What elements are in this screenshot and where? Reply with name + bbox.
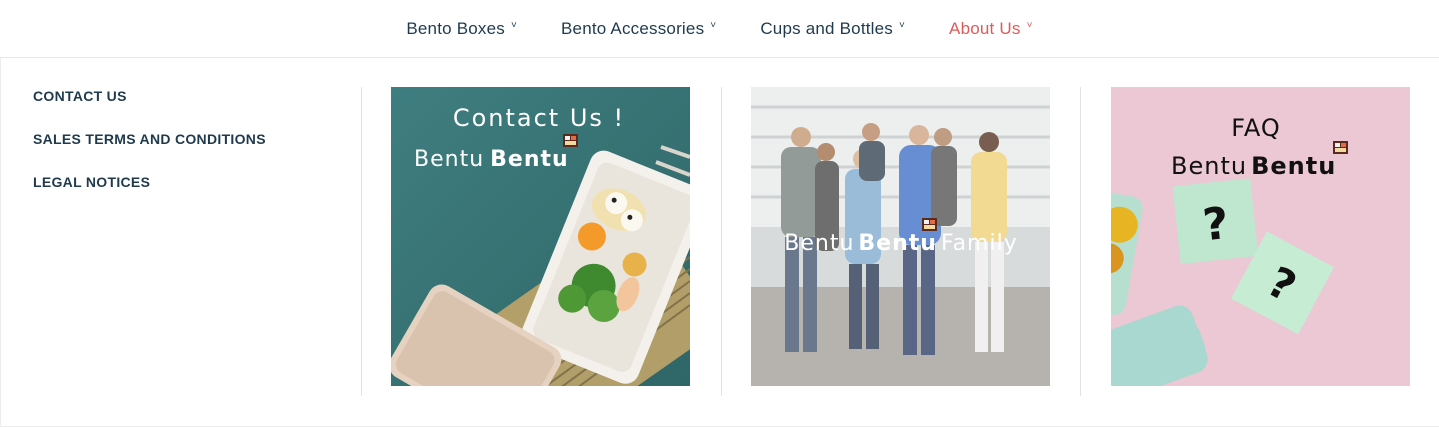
bento-logo-icon	[922, 218, 937, 231]
card-title: FAQ	[1231, 114, 1281, 142]
main-navigation: Bento Boxes ˅ Bento Accessories ˅ Cups a…	[0, 0, 1439, 58]
chevron-down-icon: ˅	[710, 20, 717, 31]
nav-label: Bento Accessories	[561, 18, 705, 38]
brand-name: Bentu Bentu	[414, 147, 569, 172]
family-image: Bentu Bentu Family	[751, 87, 1050, 386]
card-title: Contact Us !	[453, 104, 625, 132]
chevron-down-icon: ˅	[899, 20, 906, 31]
chevron-down-icon: ˅	[1026, 20, 1033, 31]
brand-light: Bentu	[1171, 152, 1247, 180]
faq-card[interactable]: ? ? FAQ Bentu Bentu	[1111, 87, 1410, 386]
about-us-dropdown-panel: CONTACT US SALES TERMS AND CONDITIONS LE…	[0, 58, 1439, 427]
faq-image: ? ? FAQ Bentu Bentu	[1111, 87, 1410, 386]
bento-logo-icon	[563, 134, 578, 147]
about-us-links: CONTACT US SALES TERMS AND CONDITIONS LE…	[33, 88, 266, 217]
nav-label: Bento Boxes	[406, 18, 505, 38]
nav-label: Cups and Bottles	[760, 18, 893, 38]
divider	[361, 87, 362, 396]
brand-bold: Bentu	[490, 147, 569, 172]
contact-us-card[interactable]: Contact Us ! Bentu Bentu	[391, 87, 690, 386]
nav-bento-boxes[interactable]: Bento Boxes ˅	[406, 19, 517, 39]
brand-name: Bentu Bentu Family	[784, 231, 1017, 256]
brand-light: Bentu	[784, 231, 854, 256]
divider	[1080, 87, 1081, 396]
brand-bold: Bentu	[1251, 152, 1336, 180]
link-sales-terms[interactable]: SALES TERMS AND CONDITIONS	[33, 131, 266, 147]
contact-us-image: Contact Us ! Bentu Bentu	[391, 87, 690, 386]
brand-suffix: Family	[941, 231, 1018, 256]
brand-bold: Bentu	[858, 231, 937, 256]
nav-cups-and-bottles[interactable]: Cups and Bottles ˅	[760, 19, 905, 39]
chevron-down-icon: ˅	[510, 20, 518, 31]
family-card[interactable]: Bentu Bentu Family	[751, 87, 1050, 386]
brand-light: Bentu	[414, 147, 484, 172]
nav-label: About Us	[949, 18, 1021, 38]
nav-bento-accessories[interactable]: Bento Accessories ˅	[561, 19, 716, 39]
link-legal-notices[interactable]: LEGAL NOTICES	[33, 174, 266, 190]
brand-name: Bentu Bentu	[1171, 152, 1336, 180]
divider	[721, 87, 722, 396]
bento-logo-icon	[1333, 141, 1348, 154]
nav-about-us[interactable]: About Us ˅	[949, 19, 1033, 39]
link-contact-us[interactable]: CONTACT US	[33, 88, 266, 104]
question-mark: ?	[1200, 198, 1231, 251]
